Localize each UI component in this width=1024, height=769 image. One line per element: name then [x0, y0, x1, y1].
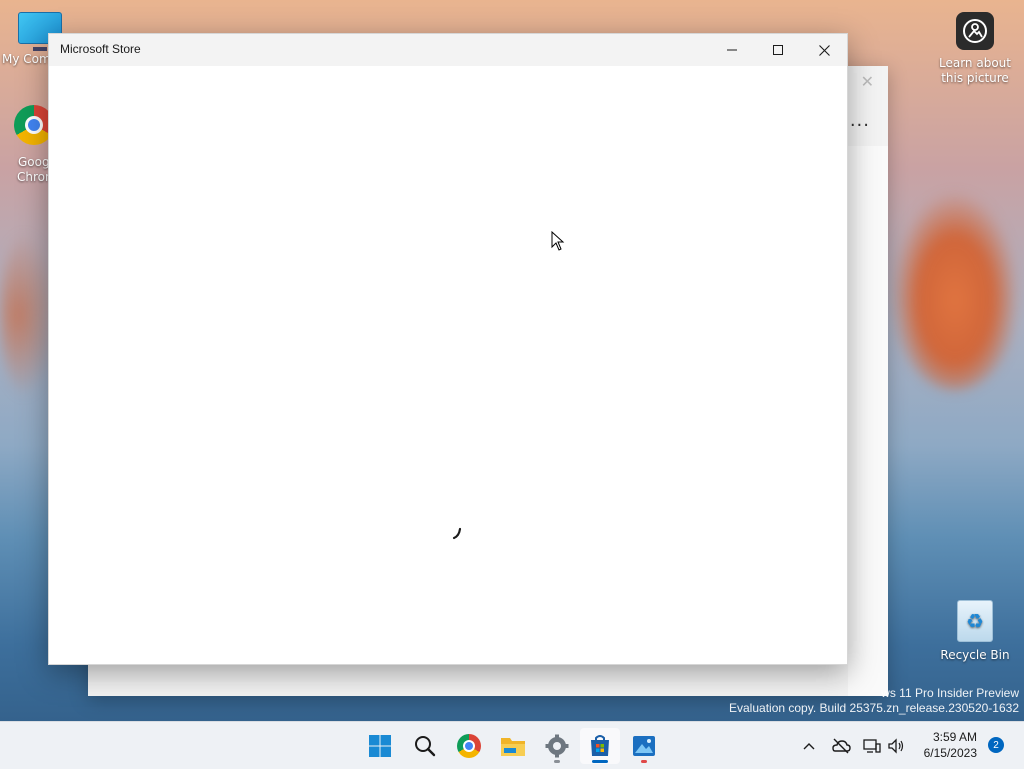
- cloud-off-icon: [832, 738, 851, 754]
- learn-about-picture-icon: [956, 12, 994, 50]
- notification-badge[interactable]: 2: [988, 737, 1004, 753]
- clock-date: 6/15/2023: [923, 746, 977, 760]
- running-indicator: [554, 760, 560, 763]
- wallpaper-flamingo: [890, 190, 1020, 390]
- maximize-icon: [773, 45, 783, 55]
- watermark-build: Evaluation copy. Build 25375.zn_release.…: [729, 701, 1019, 715]
- active-indicator: [592, 760, 608, 763]
- loading-spinner-icon: [452, 527, 462, 540]
- maximize-button[interactable]: [755, 34, 801, 66]
- clock-time: 3:59 AM: [932, 730, 977, 744]
- close-icon[interactable]: ✕: [861, 72, 874, 91]
- volume-icon: [888, 738, 904, 754]
- show-hidden-icons-button[interactable]: [796, 728, 822, 764]
- running-indicator: [641, 760, 647, 763]
- mouse-cursor-icon: [551, 231, 565, 251]
- window-title: Microsoft Store: [60, 42, 141, 56]
- network-button[interactable]: [860, 728, 884, 764]
- title-bar[interactable]: Microsoft Store: [49, 34, 847, 66]
- close-button[interactable]: [801, 34, 847, 66]
- close-icon: [818, 44, 830, 56]
- search-icon: [415, 736, 436, 757]
- desktop-icon-recycle-bin[interactable]: ♻ Recycle Bin: [937, 600, 1013, 663]
- chrome-icon: [457, 734, 481, 758]
- taskbar-settings[interactable]: [537, 728, 577, 764]
- taskbar: 3:59 AM 6/15/2023 2: [0, 721, 1024, 769]
- settings-icon: [545, 734, 569, 758]
- volume-button[interactable]: [884, 728, 908, 764]
- desktop-icon-learn-about-picture[interactable]: Learn about this picture: [937, 12, 1013, 86]
- more-options-button[interactable]: ...: [850, 110, 870, 131]
- start-icon: [369, 735, 391, 757]
- build-watermark: ws 11 Pro Insider Preview Evaluation cop…: [729, 686, 1019, 716]
- system-clock[interactable]: 3:59 AM 6/15/2023: [924, 729, 977, 761]
- minimize-button[interactable]: [709, 34, 755, 66]
- taskbar-photos[interactable]: [624, 728, 664, 764]
- desktop-icon-label: this picture: [941, 71, 1009, 85]
- microsoft-store-icon: [591, 735, 609, 756]
- start-button[interactable]: [360, 728, 400, 764]
- recycle-bin-icon: ♻: [957, 600, 993, 642]
- file-explorer-icon: [501, 738, 525, 756]
- taskbar-microsoft-store[interactable]: [580, 728, 620, 764]
- taskbar-chrome[interactable]: [449, 728, 489, 764]
- microsoft-store-window: Microsoft Store: [48, 33, 848, 665]
- search-button[interactable]: [405, 728, 445, 764]
- onedrive-button[interactable]: [828, 728, 854, 764]
- desktop-icon-label: Learn about: [939, 56, 1011, 70]
- chevron-up-icon: [803, 743, 815, 750]
- desktop-icon-label: Recycle Bin: [940, 648, 1010, 662]
- network-icon: [863, 739, 881, 753]
- photos-icon: [633, 736, 655, 756]
- taskbar-file-explorer[interactable]: [493, 728, 533, 764]
- watermark-edition: ws 11 Pro Insider Preview: [881, 686, 1019, 700]
- minimize-icon: [727, 49, 737, 51]
- window-panel: [848, 146, 888, 696]
